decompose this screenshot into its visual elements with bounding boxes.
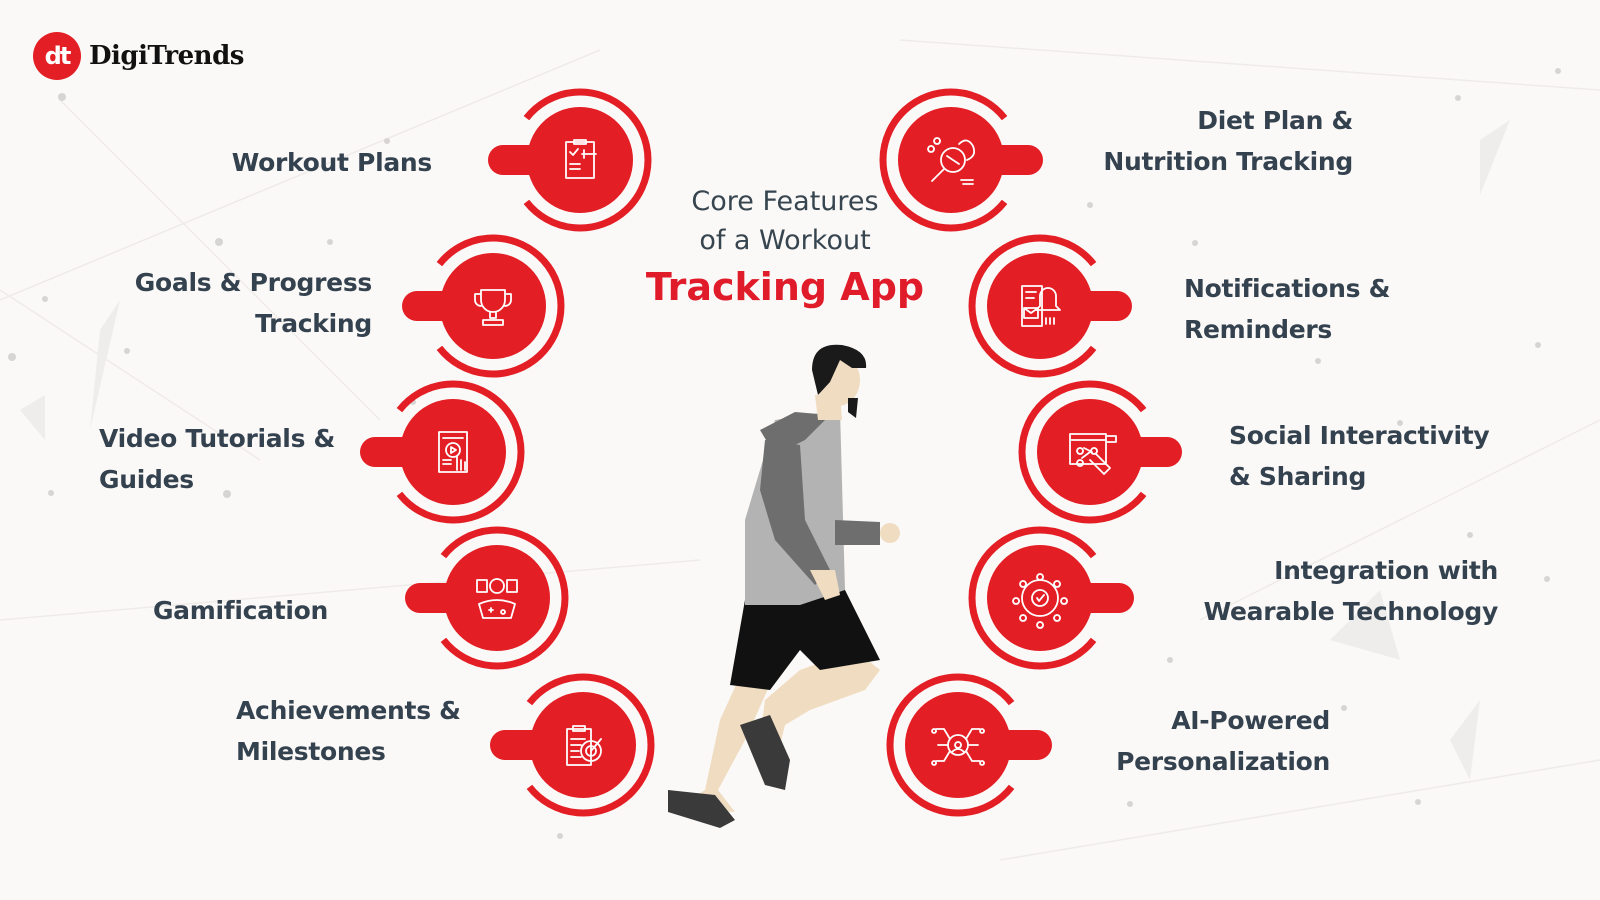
runner-illustration xyxy=(668,344,900,828)
